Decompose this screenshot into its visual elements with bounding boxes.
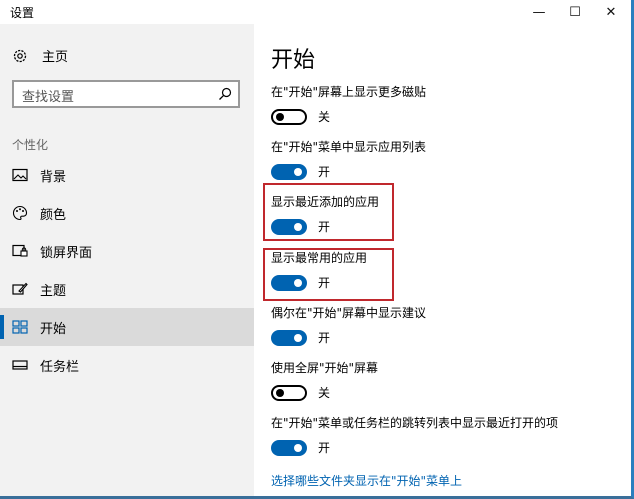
toggle-state: 开: [318, 220, 331, 234]
setting-most-used: 显示最常用的应用 开: [271, 250, 611, 291]
toggle-switch[interactable]: [271, 384, 307, 401]
setting-label: 在"开始"菜单或任务栏的跳转列表中显示最近打开的项: [271, 416, 559, 430]
setting-recently-added: 显示最近添加的应用 开: [271, 194, 611, 235]
setting-label: 显示最常用的应用: [271, 251, 368, 265]
setting-jump-lists: 在"开始"菜单或任务栏的跳转列表中显示最近打开的项 开: [271, 415, 611, 456]
sidebar-item-label: 任务栏: [40, 359, 80, 375]
search-input[interactable]: 查找设置: [12, 80, 240, 108]
toggle-switch[interactable]: [271, 218, 307, 235]
main-content: 开始 在"开始"屏幕上显示更多磁贴 关 在"开始"菜单中显示应用列表 开 显示最…: [254, 24, 631, 496]
theme-brush-icon: [12, 281, 28, 297]
picture-icon: [12, 167, 28, 183]
lock-screen-icon: [12, 243, 28, 259]
toggle-state: 关: [318, 110, 331, 124]
sidebar-item-label: 开始: [40, 321, 67, 337]
sidebar-item-lock-screen[interactable]: 锁屏界面: [0, 232, 254, 270]
sidebar: 主页 查找设置 个性化 背景 颜色 锁屏界面 主题 开始 任务栏: [0, 24, 254, 499]
setting-label: 在"开始"屏幕上显示更多磁贴: [271, 85, 427, 99]
search-placeholder: 查找设置: [22, 90, 75, 105]
toggle-state: 开: [318, 276, 331, 290]
gear-icon: [12, 48, 28, 64]
toggle-switch[interactable]: [271, 329, 307, 346]
setting-label: 偶尔在"开始"屏幕中显示建议: [271, 306, 427, 320]
palette-icon: [12, 205, 28, 221]
setting-app-list: 在"开始"菜单中显示应用列表 开: [271, 139, 611, 180]
start-grid-icon: [12, 319, 28, 335]
home-link[interactable]: 主页: [12, 46, 68, 65]
sidebar-item-background[interactable]: 背景: [0, 156, 254, 194]
taskbar-icon: [12, 357, 28, 373]
maximize-icon: ☐: [569, 4, 581, 20]
close-icon: ✕: [605, 4, 617, 20]
setting-label: 使用全屏"开始"屏幕: [271, 361, 379, 375]
section-label: 个性化: [12, 138, 49, 152]
toggle-state: 关: [318, 386, 331, 400]
toggle-switch[interactable]: [271, 274, 307, 291]
sidebar-item-themes[interactable]: 主题: [0, 270, 254, 308]
sidebar-item-start[interactable]: 开始: [0, 308, 254, 346]
toggle-switch[interactable]: [271, 163, 307, 180]
sidebar-item-label: 主题: [40, 283, 67, 299]
toggle-state: 开: [318, 331, 331, 345]
setting-label: 显示最近添加的应用: [271, 195, 380, 209]
window-title: 设置: [10, 6, 35, 20]
setting-label: 在"开始"菜单中显示应用列表: [271, 140, 427, 154]
toggle-switch[interactable]: [271, 108, 307, 125]
toggle-state: 开: [318, 441, 331, 455]
page-title: 开始: [271, 48, 316, 73]
minimize-icon: —: [532, 4, 546, 20]
sidebar-item-colors[interactable]: 颜色: [0, 194, 254, 232]
title-bar: 设置 — ☐ ✕: [0, 0, 634, 24]
close-button[interactable]: ✕: [588, 0, 634, 24]
setting-full-screen: 使用全屏"开始"屏幕 关: [271, 360, 611, 401]
setting-more-tiles: 在"开始"屏幕上显示更多磁贴 关: [271, 84, 611, 125]
choose-folders-link[interactable]: 选择哪些文件夹显示在"开始"菜单上: [271, 472, 462, 489]
sidebar-item-label: 颜色: [40, 207, 67, 223]
sidebar-item-label: 背景: [40, 169, 67, 185]
sidebar-item-label: 锁屏界面: [40, 245, 93, 261]
toggle-switch[interactable]: [271, 439, 307, 456]
home-label: 主页: [42, 50, 69, 65]
sidebar-item-taskbar[interactable]: 任务栏: [0, 346, 254, 384]
search-icon[interactable]: [218, 86, 232, 100]
toggle-state: 开: [318, 165, 331, 179]
setting-suggestions: 偶尔在"开始"屏幕中显示建议 开: [271, 305, 611, 346]
